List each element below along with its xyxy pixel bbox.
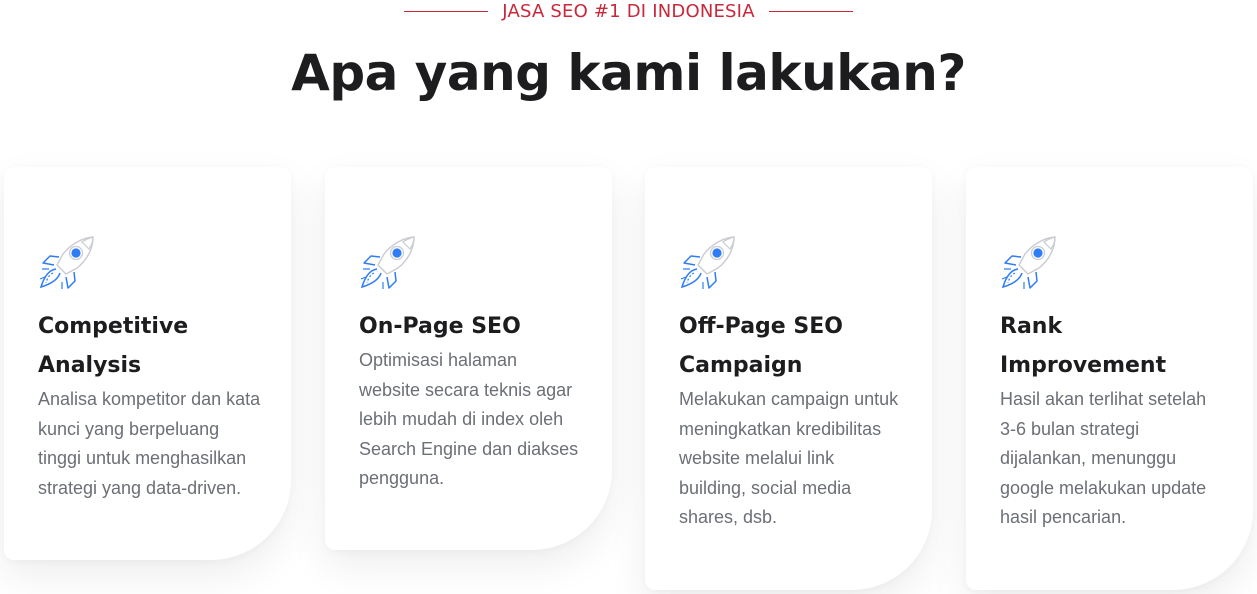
card-title-line: Competitive (38, 314, 189, 339)
card-description: Melakukan campaign untuk meningkatkan kr… (679, 389, 899, 527)
section-heading: Apa yang kami lakukan? (291, 44, 966, 102)
section-eyebrow: JASA SEO #1 DI INDONESIA (0, 0, 1257, 22)
service-card-competitive-analysis: Competitive Analysis Analisa kompetitor … (4, 167, 291, 560)
rocket-icon (359, 235, 417, 293)
card-title-line: On-Page SEO (359, 314, 521, 339)
card-description: Analisa kompetitor dan kata kunci yang b… (38, 389, 261, 498)
services-section: JASA SEO #1 DI INDONESIA Apa yang kami l… (0, 0, 1257, 594)
card-title-line: Off-Page SEO (679, 314, 843, 339)
card-description: Hasil akan terlihat setelah 3-6 bulan st… (1000, 389, 1207, 527)
rocket-icon (1000, 235, 1058, 293)
service-card-rank-improvement: Rank Improvement Hasil akan terlihat set… (966, 167, 1253, 590)
eyebrow-text: JASA SEO #1 DI INDONESIA (502, 0, 755, 22)
card-title-line: Improvement (1000, 353, 1167, 378)
card-title: Competitive Analysis (38, 307, 261, 385)
card-title: On-Page SEO (359, 307, 582, 346)
card-title-line: Campaign (679, 353, 803, 378)
card-title: Rank Improvement (1000, 307, 1223, 385)
card-title: Off-Page SEO Campaign (679, 307, 902, 385)
card-title-line: Rank (1000, 314, 1063, 339)
card-title-line: Analysis (38, 353, 142, 378)
eyebrow-divider-left (404, 10, 489, 12)
service-card-off-page-seo: Off-Page SEO Campaign Melakukan campaign… (645, 167, 932, 590)
service-card-on-page-seo: On-Page SEO Optimisasi halaman website s… (325, 167, 612, 550)
rocket-icon (679, 235, 737, 293)
card-description: Optimisasi halaman website secara teknis… (359, 350, 579, 488)
rocket-icon (38, 235, 96, 293)
eyebrow-divider-right (768, 10, 853, 12)
